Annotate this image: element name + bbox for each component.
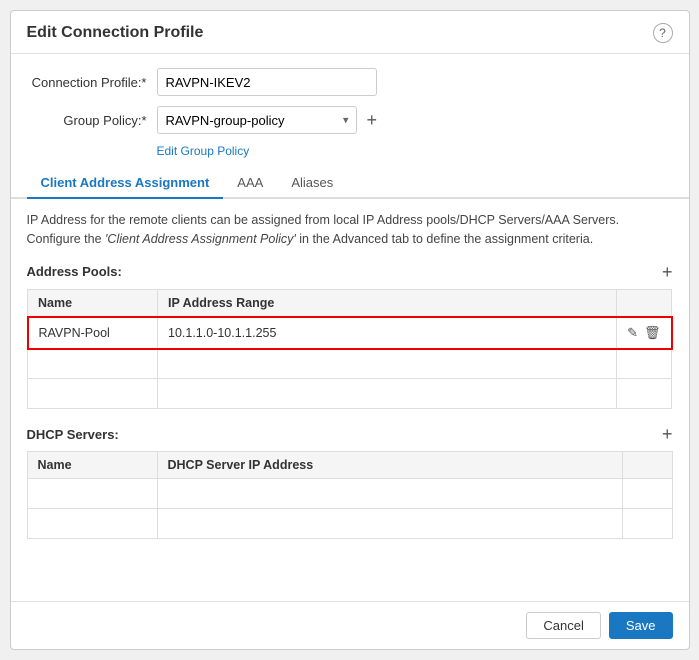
add-group-policy-button[interactable]: + [363, 111, 382, 129]
description-italic: 'Client Address Assignment Policy' [105, 232, 296, 246]
address-pools-header-row: Name IP Address Range [28, 289, 672, 317]
dhcp-servers-title: DHCP Servers: [27, 427, 119, 442]
address-pools-section-header: Address Pools: + [27, 263, 673, 281]
dhcp-servers-section-header: DHCP Servers: + [27, 425, 673, 443]
dhcp-empty-row-2 [27, 509, 672, 539]
dhcp-col-name: Name [27, 452, 157, 479]
empty-row-2 [28, 379, 672, 409]
group-policy-wrapper: RAVPN-group-policy + [157, 106, 382, 134]
tab-client-address[interactable]: Client Address Assignment [27, 168, 224, 199]
tab-aaa[interactable]: AAA [223, 168, 277, 199]
address-pools-col-ip: IP Address Range [158, 289, 617, 317]
tab-aliases[interactable]: Aliases [277, 168, 347, 199]
empty-row-1 [28, 349, 672, 379]
help-icon[interactable]: ? [653, 23, 673, 43]
edit-connection-profile-dialog: Edit Connection Profile ? Connection Pro… [10, 10, 690, 650]
edit-group-policy-link[interactable]: Edit Group Policy [157, 144, 673, 158]
group-policy-select-container: RAVPN-group-policy [157, 106, 357, 134]
form-area: Connection Profile:* Group Policy:* RAVP… [11, 54, 689, 168]
dhcp-col-actions [622, 452, 672, 479]
dialog-title: Edit Connection Profile [27, 24, 204, 42]
connection-profile-input[interactable] [157, 68, 377, 96]
add-address-pool-button[interactable]: + [662, 263, 673, 281]
dialog-header: Edit Connection Profile ? [11, 11, 689, 54]
address-pool-actions: ✎ 🗑 [617, 317, 672, 349]
dhcp-servers-table: Name DHCP Server IP Address [27, 451, 673, 539]
address-pools-col-name: Name [28, 289, 158, 317]
edit-pool-icon[interactable]: ✎ [627, 325, 638, 341]
address-pools-table: Name IP Address Range RAVPN-Pool 10.1.1.… [27, 289, 673, 410]
tabs-bar: Client Address Assignment AAA Aliases [11, 168, 689, 199]
address-pools-title: Address Pools: [27, 264, 122, 279]
table-row[interactable]: RAVPN-Pool 10.1.1.0-10.1.1.255 ✎ 🗑 [28, 317, 672, 349]
delete-pool-icon[interactable]: 🗑 [644, 325, 661, 341]
section-gap [27, 409, 673, 425]
save-button[interactable]: Save [609, 612, 673, 639]
address-pool-ip-range: 10.1.1.0-10.1.1.255 [158, 317, 617, 349]
tab-content-client-address: IP Address for the remote clients can be… [11, 199, 689, 601]
dhcp-servers-header-row: Name DHCP Server IP Address [27, 452, 672, 479]
group-policy-label: Group Policy:* [27, 113, 157, 128]
dialog-footer: Cancel Save [11, 601, 689, 649]
connection-profile-row: Connection Profile:* [27, 68, 673, 96]
group-policy-select[interactable]: RAVPN-group-policy [157, 106, 357, 134]
address-pools-col-actions [617, 289, 672, 317]
address-pool-name: RAVPN-Pool [28, 317, 158, 349]
add-dhcp-server-button[interactable]: + [662, 425, 673, 443]
description-text: IP Address for the remote clients can be… [27, 211, 673, 249]
dhcp-empty-row-1 [27, 479, 672, 509]
connection-profile-label: Connection Profile:* [27, 75, 157, 90]
group-policy-row: Group Policy:* RAVPN-group-policy + [27, 106, 673, 134]
cancel-button[interactable]: Cancel [526, 612, 600, 639]
dhcp-col-ip: DHCP Server IP Address [157, 452, 622, 479]
action-icons: ✎ 🗑 [627, 325, 660, 341]
